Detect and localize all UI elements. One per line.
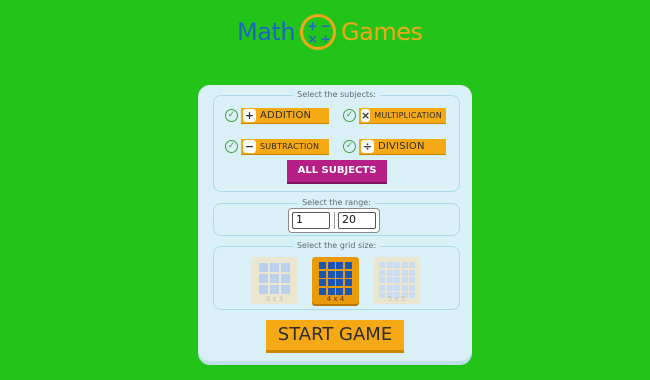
- all-subjects-button[interactable]: ALL SUBJECTS: [287, 160, 387, 182]
- divide-icon: ÷: [361, 140, 374, 153]
- range-separator: [334, 212, 335, 229]
- times-icon: ×: [361, 109, 371, 122]
- grid-4x4-icon: [319, 262, 352, 295]
- check-icon: ✓: [225, 109, 238, 122]
- division-pill: ÷ DIVISION: [359, 139, 446, 154]
- division-label: DIVISION: [378, 141, 425, 152]
- check-icon: ✓: [343, 109, 356, 122]
- logo-times-glyph: ×: [307, 32, 318, 46]
- subject-addition[interactable]: ✓ + ADDITION: [225, 108, 329, 123]
- start-game-button[interactable]: START GAME: [266, 320, 404, 350]
- subtraction-label: SUBTRACTION: [260, 142, 320, 151]
- multiplication-label: MULTIPLICATION: [374, 111, 442, 120]
- grid-option-4x4[interactable]: 4 x 4: [312, 257, 359, 304]
- grid-5x5-caption: 5 x 5: [387, 295, 406, 303]
- plus-icon: +: [243, 109, 256, 122]
- multiplication-pill: × MULTIPLICATION: [359, 108, 446, 123]
- addition-pill: + ADDITION: [241, 108, 329, 123]
- grid-size-label: Select the grid size:: [292, 241, 381, 250]
- subject-division[interactable]: ✓ ÷ DIVISION: [343, 139, 446, 154]
- logo-word-games: Games: [341, 18, 423, 46]
- range-min-input[interactable]: 1: [292, 212, 330, 229]
- subjects-label: Select the subjects:: [293, 90, 380, 99]
- grid-3x3-icon: [259, 263, 290, 294]
- grid-5x5-icon: [379, 262, 415, 298]
- subtraction-pill: − SUBTRACTION: [241, 139, 329, 154]
- addition-label: ADDITION: [260, 110, 312, 121]
- check-icon: ✓: [225, 140, 238, 153]
- logo-word-math: Math: [237, 18, 296, 46]
- settings-panel: Select the subjects: ✓ + ADDITION ✓ × MU…: [198, 85, 472, 361]
- minus-icon: −: [243, 140, 256, 153]
- subject-multiplication[interactable]: ✓ × MULTIPLICATION: [343, 108, 446, 123]
- range-label: Select the range:: [298, 198, 375, 207]
- grid-option-5x5[interactable]: 5 x 5: [373, 257, 420, 304]
- grid-4x4-caption: 4 x 4: [326, 295, 345, 303]
- logo-divide-glyph: ÷: [320, 32, 331, 46]
- math-operations-badge-icon: + − × ÷: [300, 14, 337, 50]
- subject-subtraction[interactable]: ✓ − SUBTRACTION: [225, 139, 329, 154]
- grid-3x3-caption: 3 x 3: [265, 295, 284, 303]
- logo: Math + − × ÷ Games: [237, 10, 423, 54]
- grid-option-3x3[interactable]: 3 x 3: [251, 257, 298, 304]
- check-icon: ✓: [343, 140, 356, 153]
- range-max-input[interactable]: 20: [338, 212, 376, 229]
- range-box: 1 20: [288, 208, 380, 233]
